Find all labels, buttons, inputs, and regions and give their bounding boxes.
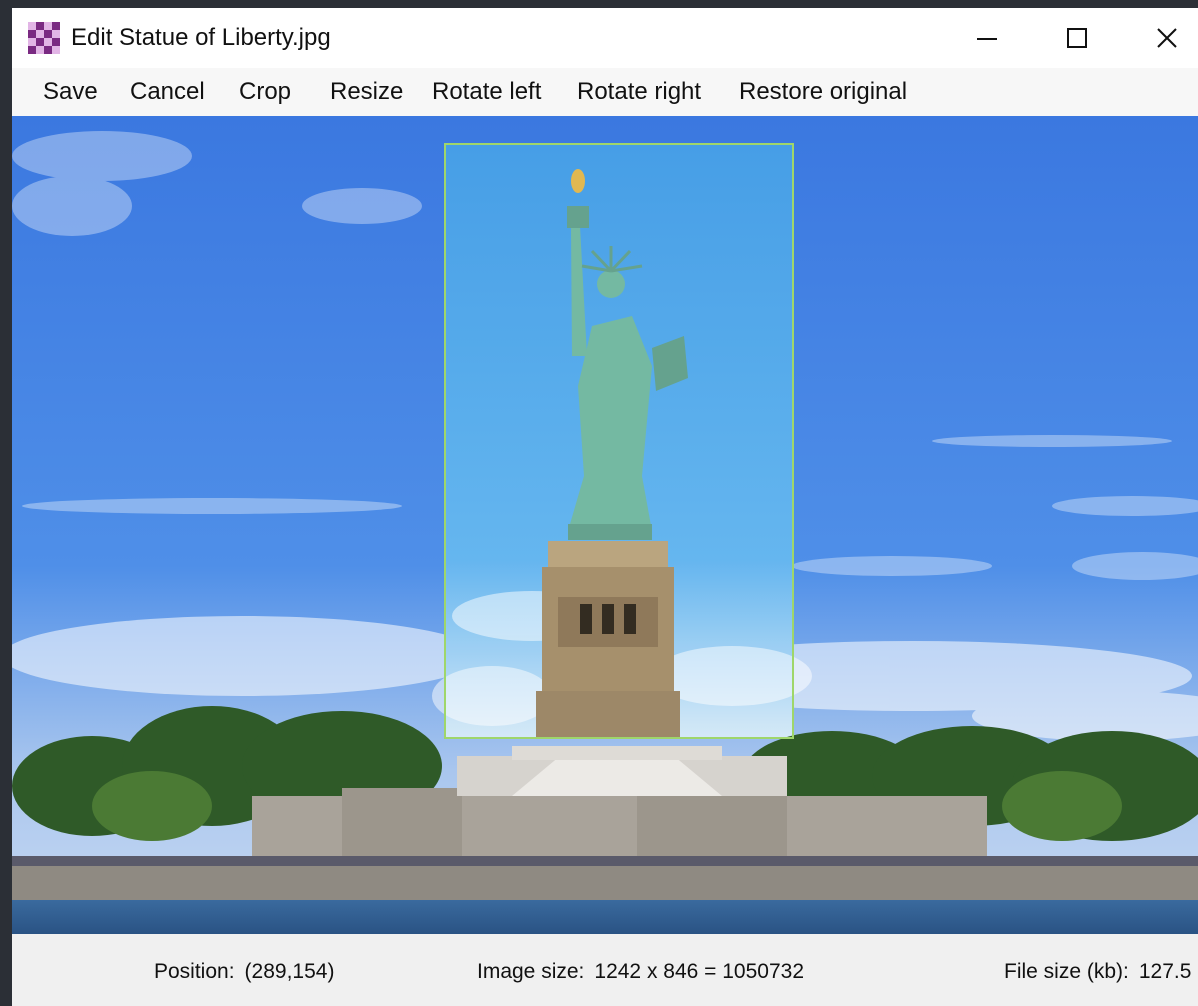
file-size-value: 127.5 <box>1138 960 1192 983</box>
close-icon <box>1157 28 1177 48</box>
position-label: Position: <box>154 960 235 983</box>
window-title: Edit Statue of Liberty.jpg <box>71 24 331 51</box>
maximize-button[interactable] <box>1032 8 1122 68</box>
editor-window: Edit Statue of Liberty.jpg Save Cancel C… <box>12 8 1198 1006</box>
image-size-value: 1242 x 846 = 1050732 <box>594 960 805 983</box>
maximize-icon <box>1067 28 1087 48</box>
file-size-label: File size (kb): <box>1004 960 1129 983</box>
status-bar: Position: (289,154) Image size: 1242 x 846… <box>12 934 1198 1006</box>
checkerboard-image-icon <box>28 22 60 54</box>
menu-cancel[interactable]: Cancel <box>130 78 205 106</box>
status-file-size: File size (kb): 127.5 <box>1004 960 1191 984</box>
image-size-label: Image size: <box>477 960 585 983</box>
title-bar: Edit Statue of Liberty.jpg <box>12 8 1198 68</box>
status-image-size: Image size: 1242 x 846 = 1050732 <box>477 960 804 984</box>
menu-crop[interactable]: Crop <box>239 78 291 106</box>
menu-restore-original[interactable]: Restore original <box>739 78 907 106</box>
position-value: (289,154) <box>244 960 335 983</box>
crop-selection[interactable] <box>444 143 794 739</box>
menu-save[interactable]: Save <box>43 78 98 106</box>
image-canvas[interactable] <box>12 116 1198 934</box>
minimize-icon <box>977 38 997 40</box>
menu-rotate-left[interactable]: Rotate left <box>432 78 541 106</box>
menu-rotate-right[interactable]: Rotate right <box>577 78 701 106</box>
menu-bar: Save Cancel Crop Resize Rotate left Rota… <box>12 68 1198 116</box>
minimize-button[interactable] <box>942 8 1032 68</box>
close-button[interactable] <box>1122 8 1198 68</box>
status-position: Position: (289,154) <box>154 960 334 984</box>
menu-resize[interactable]: Resize <box>330 78 403 106</box>
